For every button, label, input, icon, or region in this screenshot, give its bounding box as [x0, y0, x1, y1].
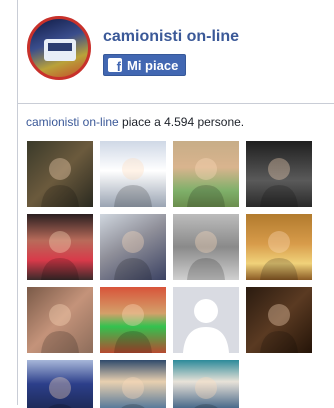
facebook-like-box: camionisti on-line f Mi piace camionisti…: [17, 0, 334, 408]
fan-face-icon: [114, 231, 152, 280]
fan-photo[interactable]: [100, 360, 166, 408]
fan-photo[interactable]: [100, 287, 166, 353]
fan-face-icon: [260, 231, 298, 280]
fan-photo[interactable]: [27, 141, 93, 207]
fan-photo[interactable]: [173, 287, 239, 353]
fan-photo[interactable]: [27, 214, 93, 280]
truck-logo-icon: [44, 39, 76, 61]
page-name-link[interactable]: camionisti on-line: [103, 28, 239, 46]
summary-page-link[interactable]: camionisti on-line: [26, 115, 119, 129]
fan-photo[interactable]: [27, 287, 93, 353]
fan-photo[interactable]: [173, 141, 239, 207]
fan-photo[interactable]: [27, 360, 93, 408]
facebook-icon: f: [108, 58, 122, 72]
likes-summary: camionisti on-line piace a 4.594 persone…: [26, 115, 244, 129]
fan-photo[interactable]: [100, 141, 166, 207]
fan-face-icon: [41, 231, 79, 280]
fan-photo[interactable]: [100, 214, 166, 280]
page-avatar[interactable]: [27, 16, 91, 80]
fan-face-icon: [187, 158, 225, 207]
divider: [18, 103, 334, 104]
fan-photo[interactable]: [173, 360, 239, 408]
fan-photo[interactable]: [173, 214, 239, 280]
fan-face-icon: [114, 158, 152, 207]
fan-face-icon: [260, 304, 298, 353]
fan-face-icon: [41, 304, 79, 353]
fan-photo[interactable]: [246, 214, 312, 280]
fan-face-icon: [41, 158, 79, 207]
fan-face-icon: [114, 304, 152, 353]
fan-face-icon: [121, 377, 145, 408]
page-header: camionisti on-line f Mi piace: [18, 0, 334, 95]
fan-photo[interactable]: [246, 287, 312, 353]
fan-face-icon: [194, 377, 218, 408]
fan-face-icon: [187, 231, 225, 280]
like-button-label: Mi piace: [127, 57, 179, 73]
fan-face-icon: [48, 377, 72, 408]
like-button[interactable]: f Mi piace: [103, 54, 187, 76]
summary-text: piace a 4.594 persone.: [118, 115, 245, 129]
default-avatar-icon: [183, 299, 229, 353]
fan-photo[interactable]: [246, 141, 312, 207]
fan-face-icon: [260, 158, 298, 207]
